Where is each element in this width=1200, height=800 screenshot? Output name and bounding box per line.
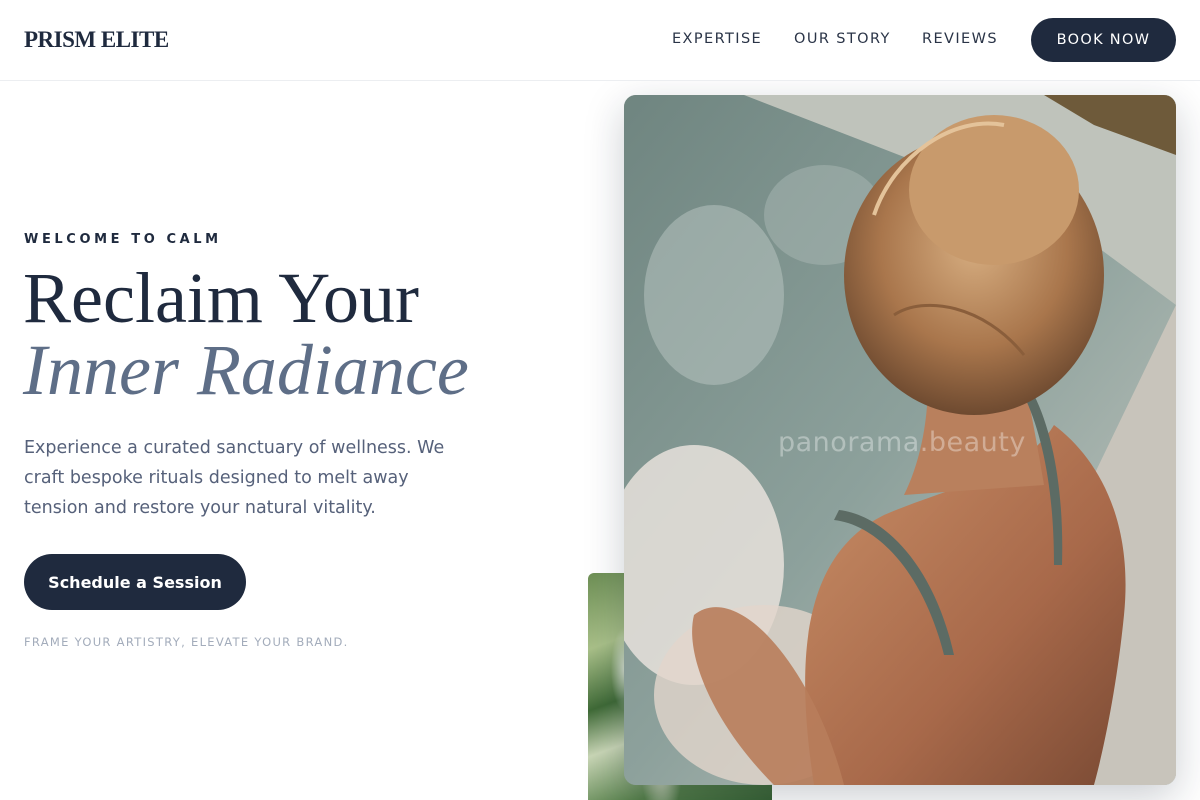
hero-headline: Reclaim Your Inner Radiance	[23, 262, 469, 406]
schedule-session-button[interactable]: Schedule a Session	[24, 554, 246, 610]
book-now-button[interactable]: BOOK NOW	[1031, 18, 1176, 62]
hero-intro: Experience a curated sanctuary of wellne…	[24, 438, 445, 518]
nav-link-our-story[interactable]: OUR STORY	[794, 31, 891, 47]
image-watermark: panorama.beauty	[778, 427, 1026, 458]
hero-tagline: FRAME YOUR ARTISTRY, ELEVATE YOUR BRAND.	[24, 635, 349, 649]
headline-line-2: Inner Radiance	[23, 330, 469, 410]
brand-logo[interactable]: PRISM ELITE	[24, 27, 169, 53]
nav-link-reviews[interactable]: REVIEWS	[922, 31, 998, 47]
hero-spa-image: panorama.beauty	[624, 95, 1176, 785]
site-header: PRISM ELITE EXPERTISE OUR STORY REVIEWS …	[0, 0, 1200, 81]
nav-link-expertise[interactable]: EXPERTISE	[672, 31, 762, 47]
hero-eyebrow: WELCOME TO CALM	[24, 232, 222, 247]
headline-line-1: Reclaim Your	[23, 258, 419, 338]
